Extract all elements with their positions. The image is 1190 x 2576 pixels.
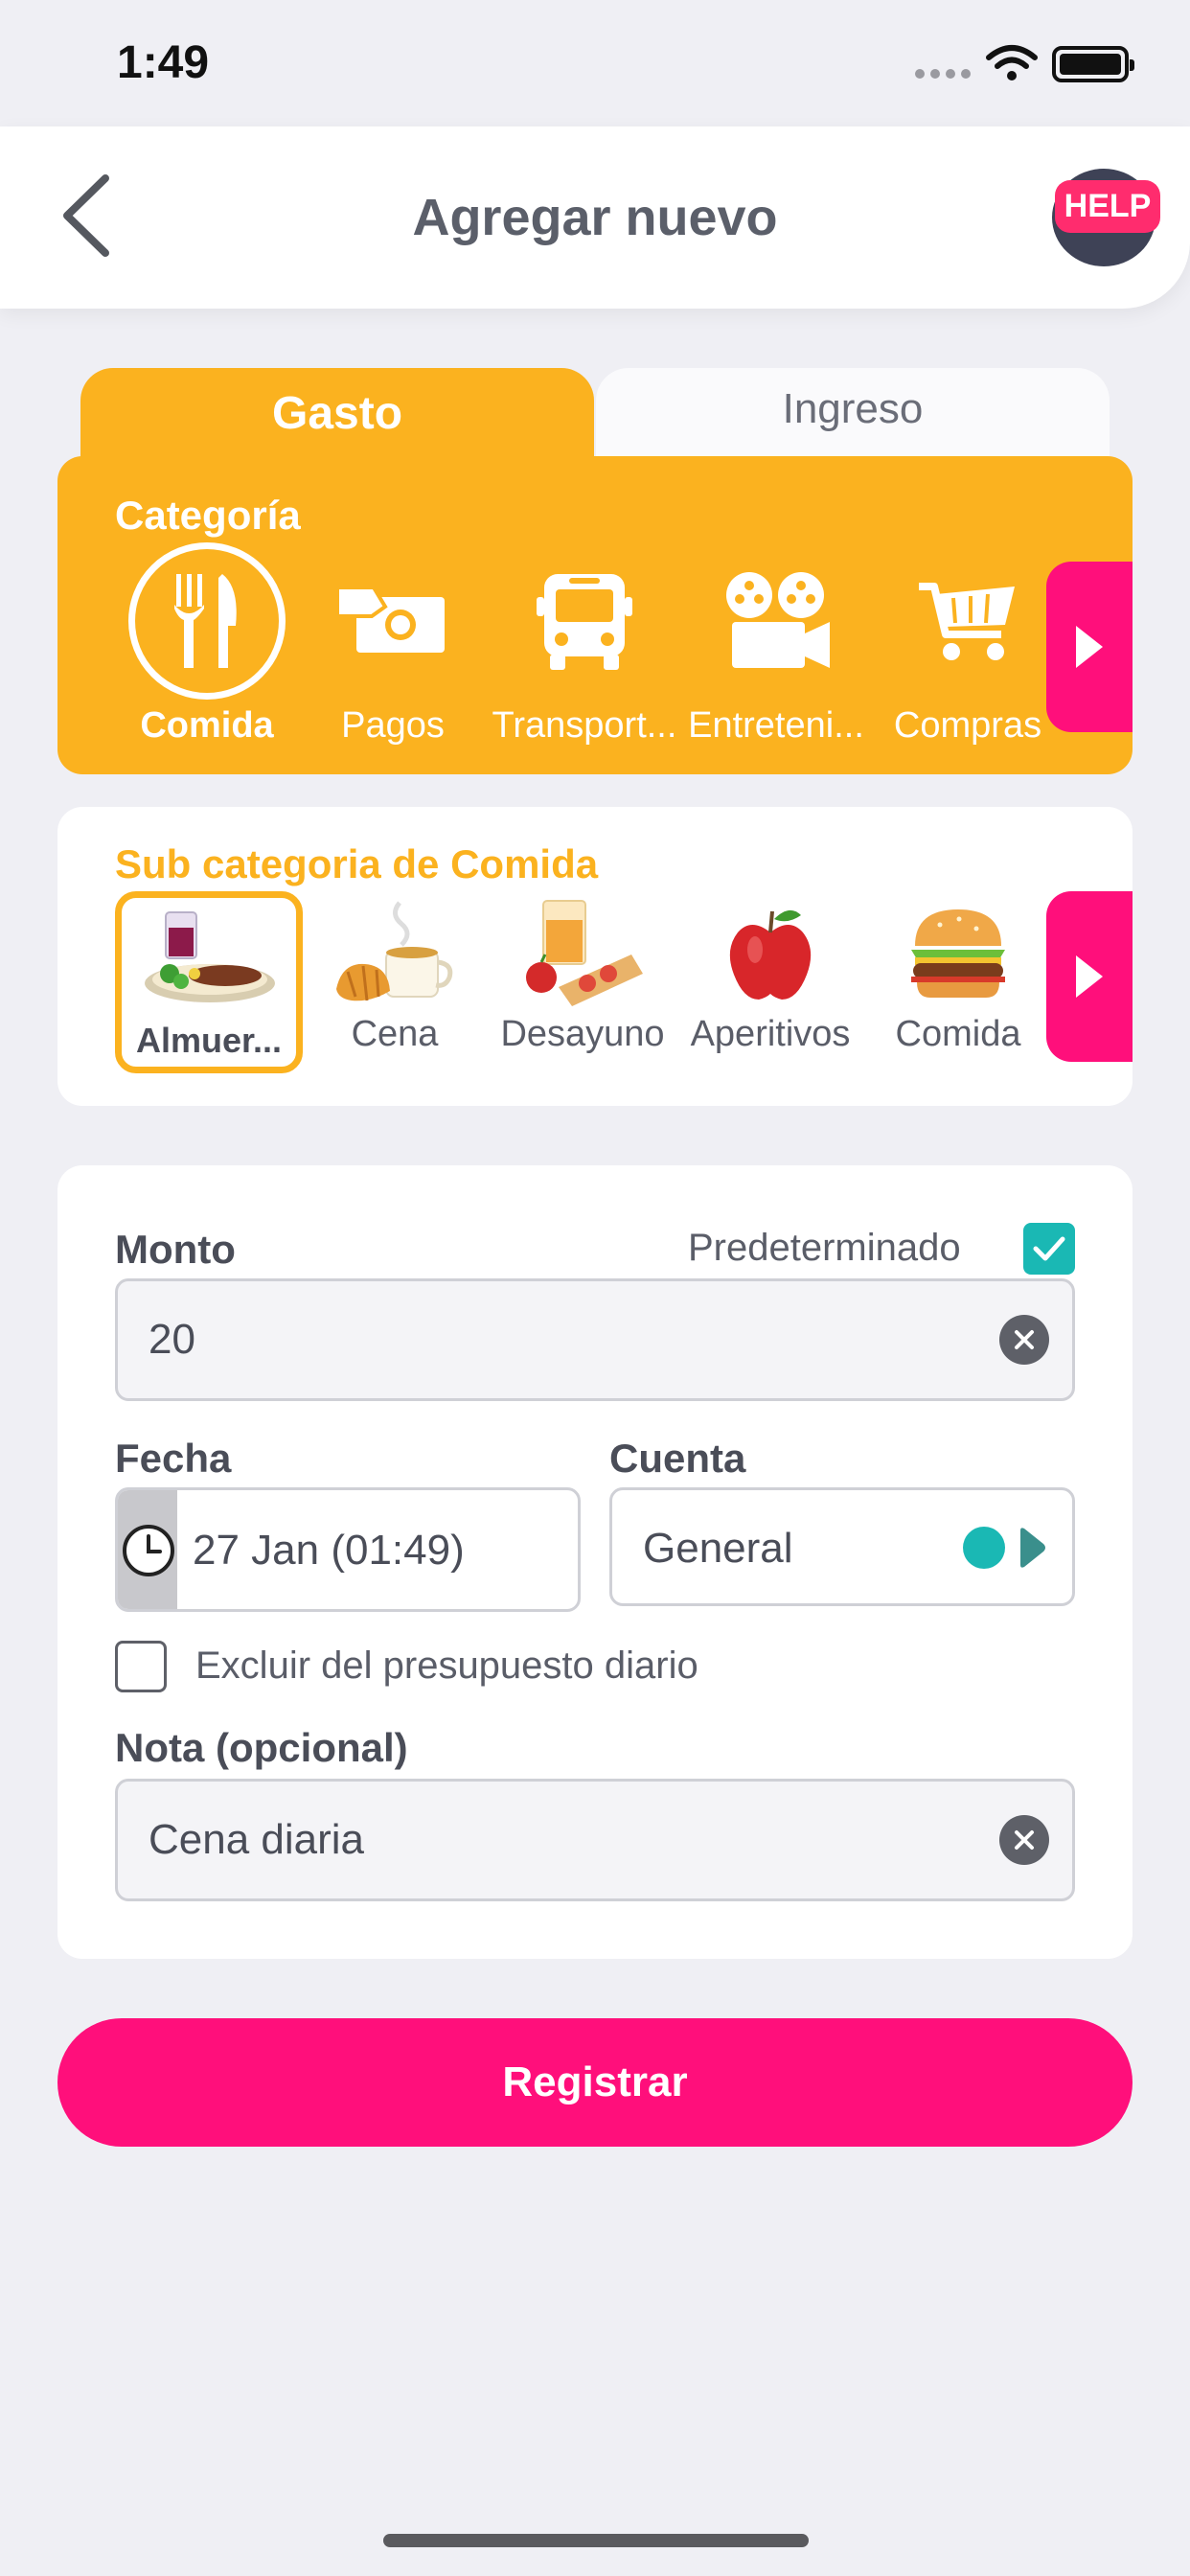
amount-value: 20: [149, 1316, 195, 1363]
fork-knife-icon: [174, 574, 237, 668]
subcategory-item-comida[interactable]: Comida: [864, 891, 1052, 1073]
account-label: Cuenta: [609, 1436, 746, 1481]
play-arrow-icon: [1076, 955, 1103, 998]
amount-input[interactable]: 20: [115, 1278, 1075, 1401]
exclude-budget-checkbox[interactable]: [115, 1641, 167, 1692]
note-value: Cena diaria: [149, 1816, 365, 1863]
category-label: Pagos: [341, 705, 445, 746]
note-label: Nota (opcional): [115, 1725, 408, 1770]
date-label: Fecha: [115, 1436, 232, 1481]
apple-icon: [729, 909, 812, 1000]
category-item-entretenimiento[interactable]: Entreteni...: [680, 542, 872, 747]
category-title: Categoría: [115, 493, 301, 538]
tab-ingreso[interactable]: Ingreso: [596, 368, 1110, 458]
play-arrow-icon: [1020, 1528, 1045, 1568]
home-indicator: [383, 2534, 809, 2547]
subcategory-label: Desayuno: [500, 1014, 665, 1054]
register-button[interactable]: Registrar: [57, 2018, 1133, 2147]
movie-camera-icon: [726, 572, 830, 668]
shopping-cart-icon: [919, 583, 1015, 660]
category-label: Compras: [893, 705, 1042, 746]
entry-form: Monto Predeterminado 20 Fecha Cuenta 27 …: [57, 1165, 1133, 1959]
clock-icon: [123, 1525, 174, 1576]
close-icon: [1015, 1830, 1034, 1850]
default-checkbox[interactable]: [1023, 1223, 1075, 1275]
cash-icon: [335, 586, 445, 653]
lunch-plate-icon: [145, 911, 275, 1002]
subcategory-label: Comida: [895, 1014, 1021, 1054]
subcategory-next-button[interactable]: [1046, 891, 1133, 1062]
account-color-icon: [963, 1527, 1005, 1569]
category-label: Transport...: [492, 705, 677, 746]
clear-note-button[interactable]: [999, 1815, 1049, 1865]
subcategory-label: Almuer...: [135, 1021, 283, 1060]
page-title: Agregar nuevo: [412, 189, 778, 246]
subcategory-label: Cena: [351, 1014, 439, 1054]
breakfast-icon: [526, 900, 643, 1006]
subcategory-item-desayuno[interactable]: Desayuno: [489, 891, 676, 1073]
status-time: 1:49: [117, 37, 210, 88]
note-input[interactable]: Cena diaria: [115, 1779, 1075, 1901]
subcategory-label: Aperitivos: [690, 1014, 851, 1054]
amount-label: Monto: [115, 1227, 236, 1272]
subcategory-panel: Sub categoria de Comida Almuer... Cena D…: [57, 807, 1133, 1106]
category-label: Entreteni...: [688, 705, 864, 746]
subcategory-item-almuerzo[interactable]: Almuer...: [115, 891, 303, 1073]
clear-amount-button[interactable]: [999, 1315, 1049, 1365]
bus-icon: [537, 574, 632, 670]
coffee-croissant-icon: [336, 901, 453, 1001]
category-label: Comida: [140, 705, 274, 746]
category-item-pagos[interactable]: Pagos: [297, 542, 489, 747]
date-value: 27 Jan (01:49): [193, 1527, 465, 1574]
subcategory-title: Sub categoria de Comida: [115, 841, 599, 886]
battery-icon: [1052, 46, 1134, 82]
help-button[interactable]: HELP: [1052, 169, 1161, 266]
category-item-comida[interactable]: Comida: [111, 542, 303, 747]
category-item-compras[interactable]: Compras: [872, 542, 1064, 747]
default-label: Predeterminado: [688, 1227, 961, 1269]
category-panel: Categoría Comida Pagos Transport... Entr…: [57, 456, 1133, 774]
subcategory-item-cena[interactable]: Cena: [301, 891, 489, 1073]
burger-icon: [911, 909, 1005, 998]
date-picker[interactable]: 27 Jan (01:49): [115, 1487, 581, 1612]
play-arrow-icon: [1076, 626, 1103, 668]
category-next-button[interactable]: [1046, 562, 1133, 732]
account-value: General: [643, 1525, 793, 1572]
exclude-budget-label: Excluir del presupuesto diario: [195, 1644, 698, 1687]
category-item-transporte[interactable]: Transport...: [489, 542, 680, 747]
subcategory-item-aperitivos[interactable]: Aperitivos: [676, 891, 864, 1073]
wifi-icon: [986, 45, 1038, 80]
signal-icon: [915, 69, 971, 79]
account-select[interactable]: General: [609, 1487, 1075, 1606]
help-label: HELP: [1054, 179, 1161, 233]
close-icon: [1015, 1330, 1034, 1349]
check-icon: [1033, 1236, 1065, 1261]
